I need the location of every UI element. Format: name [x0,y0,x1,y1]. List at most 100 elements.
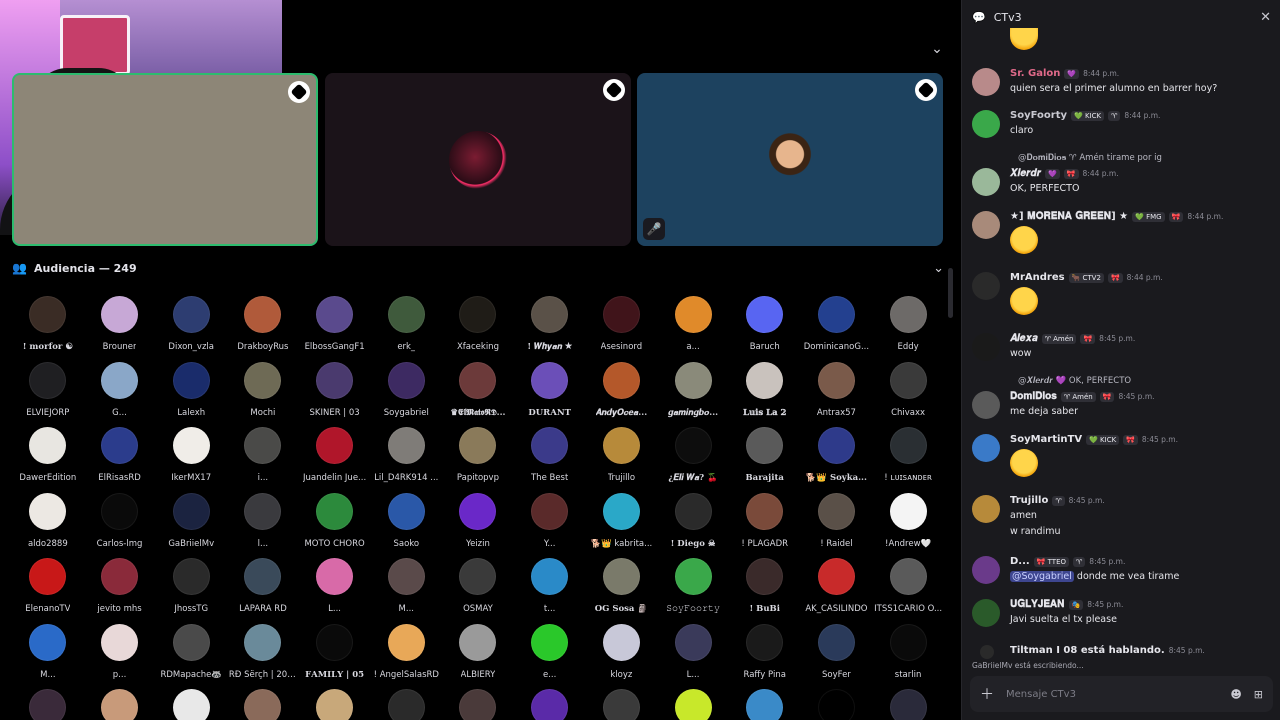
audience-member[interactable]: RÐ Šërçh | 20 ... [227,622,299,688]
audience-member[interactable] [657,687,729,720]
audience-member[interactable]: Lil_D4RK914 ... [370,425,442,491]
username[interactable]: 𝑨𝒍𝒆𝒙𝒂 [1010,333,1038,344]
audience-member[interactable]: Mochi [227,360,299,426]
audience-member[interactable]: ITSS1CARIO O... [872,556,944,622]
plus-icon[interactable]: ＋ [980,684,994,704]
audience-member[interactable]: !Andrew🤍 [872,491,944,557]
stage-scrollbar[interactable] [948,268,953,318]
audience-member[interactable]: DURANT [514,360,586,426]
username[interactable]: SoyMartinTV [1010,434,1082,445]
audience-member[interactable]: Lalexh [155,360,227,426]
audience-member[interactable]: DominicanoG... [801,294,873,360]
audience-member[interactable]: 🐕👑 𝐒𝐨𝐲𝐤𝐚... [801,425,873,491]
audience-member[interactable]: 𝒈𝒂𝒎𝒊𝒏𝒈𝒃𝒐... [657,360,729,426]
audience-member[interactable]: ! AngelSalasRD [370,622,442,688]
audience-member[interactable]: 🐕👑 kabrita... [586,491,658,557]
audience-member[interactable] [12,687,84,720]
audience-member[interactable]: Juandelin Jue... [299,425,371,491]
audience-member[interactable]: ! PLAGADR [729,491,801,557]
audience-member[interactable] [729,687,801,720]
audience-member[interactable]: L... [657,622,729,688]
user-avatar[interactable] [972,333,1000,361]
audience-member[interactable] [370,687,442,720]
audience-member[interactable]: Papitopvp [442,425,514,491]
audience-member[interactable]: 𝐅𝐀𝐌𝐈𝐋𝐘 | 05 [299,622,371,688]
audience-member[interactable]: Xfaceking [442,294,514,360]
audience-member[interactable]: Baruch [729,294,801,360]
speaker-tile[interactable] [325,73,631,246]
username[interactable]: MrAndres [1010,272,1065,283]
username[interactable]: 𝐃𝐨𝐦𝐢𝐃𝐢𝐨𝐬 [1010,391,1057,402]
audience-member[interactable]: Raffy Pina [729,622,801,688]
audience-member[interactable]: DawerEdition [12,425,84,491]
audience-member[interactable]: DrakboyRus [227,294,299,360]
audience-member[interactable]: M... [370,556,442,622]
audience-member[interactable]: p... [84,622,156,688]
audience-member[interactable]: aldo2889 [12,491,84,557]
username[interactable]: Sr. Galon [1010,68,1060,79]
audience-member[interactable]: kloyz [586,622,658,688]
audience-member[interactable] [299,687,371,720]
audience-member[interactable]: ElbossGangF1 [299,294,371,360]
audience-member[interactable]: t... [514,556,586,622]
chat-input-box[interactable]: ＋ Mensaje CTv3 ☻ ⊞ [970,676,1273,712]
username[interactable]: 𝐔𝐆𝐋𝐘𝐉𝐄𝐀𝐍 [1010,599,1065,610]
close-icon[interactable]: ✕ [1260,10,1271,25]
audience-member[interactable]: G... [84,360,156,426]
username[interactable]: Trujillo [1010,495,1048,506]
audience-member[interactable]: Antrax57 [801,360,873,426]
audience-member[interactable]: Yeizin [442,491,514,557]
audience-member[interactable]: ! ʟᴜɪꜱᴀɴᴅᴇʀ [872,425,944,491]
audience-member[interactable]: RDMapache🦝 [155,622,227,688]
audience-member[interactable]: 𝚂𝚘𝚢𝙵𝚘𝚘𝚛𝚝𝚢 [657,556,729,622]
audience-member[interactable]: Brouner [84,294,156,360]
audience-member[interactable]: a... [657,294,729,360]
audience-member[interactable]: Chivaxx [872,360,944,426]
speaker-tile[interactable]: 🎤 [637,73,943,246]
audience-member[interactable]: L... [299,556,371,622]
audience-member[interactable]: ElenanoTV [12,556,84,622]
audience-member[interactable]: Saoko [370,491,442,557]
audience-member[interactable]: 𝕃𝕦𝕚𝕤 𝕃𝕒 𝟚 [729,360,801,426]
audience-member[interactable]: AK_CASILINDO [801,556,873,622]
audience-member[interactable]: ! 𝐦𝐨𝐫𝐟𝐨𝐫 ☯ [12,294,84,360]
username[interactable]: SoyFoorty [1010,110,1067,121]
audience-member[interactable]: MOTO CHORO [299,491,371,557]
audience-member[interactable]: Carlos-lmg [84,491,156,557]
username[interactable]: ★] 𝐌𝐎𝐑𝐄𝐍𝐀 𝐆𝐑𝐄𝐄𝐍] ★ [1010,211,1128,222]
user-avatar[interactable] [972,168,1000,196]
username[interactable]: D... [1010,556,1030,567]
audience-member[interactable]: 𝐎𝐆 𝐒𝐨𝐬𝐚 🗿 [586,556,658,622]
audience-member[interactable]: SKINER | 03 [299,360,371,426]
reply-preview[interactable]: @𝑿𝒍𝒆𝒓𝒅𝒓 💜 OK, PERFECTO [1018,376,1131,386]
audience-member[interactable]: Soygabriel [370,360,442,426]
audience-member[interactable]: 𝑨𝒏𝒅𝒚𝑶𝒄𝒆𝒂... [586,360,658,426]
user-avatar[interactable] [972,391,1000,419]
username[interactable]: 𝑿𝒍𝒆𝒓𝒅𝒓 [1010,168,1041,179]
audience-member[interactable]: ALBIERY [442,622,514,688]
audience-member[interactable]: ¿𝑬𝒍𝒊 𝑾𝒂? 🍒 [657,425,729,491]
audience-member[interactable]: i... [227,425,299,491]
chevron-down-icon[interactable]: ⌄ [928,40,946,58]
audience-member[interactable]: Asesinord [586,294,658,360]
audience-member[interactable]: ! 𝑾𝒉𝒚𝒂𝒏 ★ [514,294,586,360]
user-mention[interactable]: @Soygabriel [1010,571,1074,582]
user-avatar[interactable] [972,434,1000,462]
audience-member[interactable]: e... [514,622,586,688]
audience-member[interactable]: M... [12,622,84,688]
speaker-tile-active[interactable] [12,73,318,246]
audience-member[interactable]: GaBriielMv [155,491,227,557]
user-avatar[interactable] [972,556,1000,584]
user-avatar[interactable] [972,110,1000,138]
audience-member[interactable]: ! Raidel [801,491,873,557]
audience-member[interactable] [84,687,156,720]
username[interactable]: Tiltman I 08 está hablando. [1010,645,1165,656]
audience-member[interactable]: SoyFer [801,622,873,688]
audience-member[interactable]: Trujillo [586,425,658,491]
audience-member[interactable]: ! 𝐁𝐮𝐁𝐢 [729,556,801,622]
audience-member[interactable]: ELVIEJORP [12,360,84,426]
audience-member[interactable]: ♛𝕰𝖑𝕸𝖆𝖙𝖔𝕽𝕯... [442,360,514,426]
user-avatar[interactable] [972,272,1000,300]
voice-activity-icon[interactable] [980,645,994,659]
audience-member[interactable] [514,687,586,720]
